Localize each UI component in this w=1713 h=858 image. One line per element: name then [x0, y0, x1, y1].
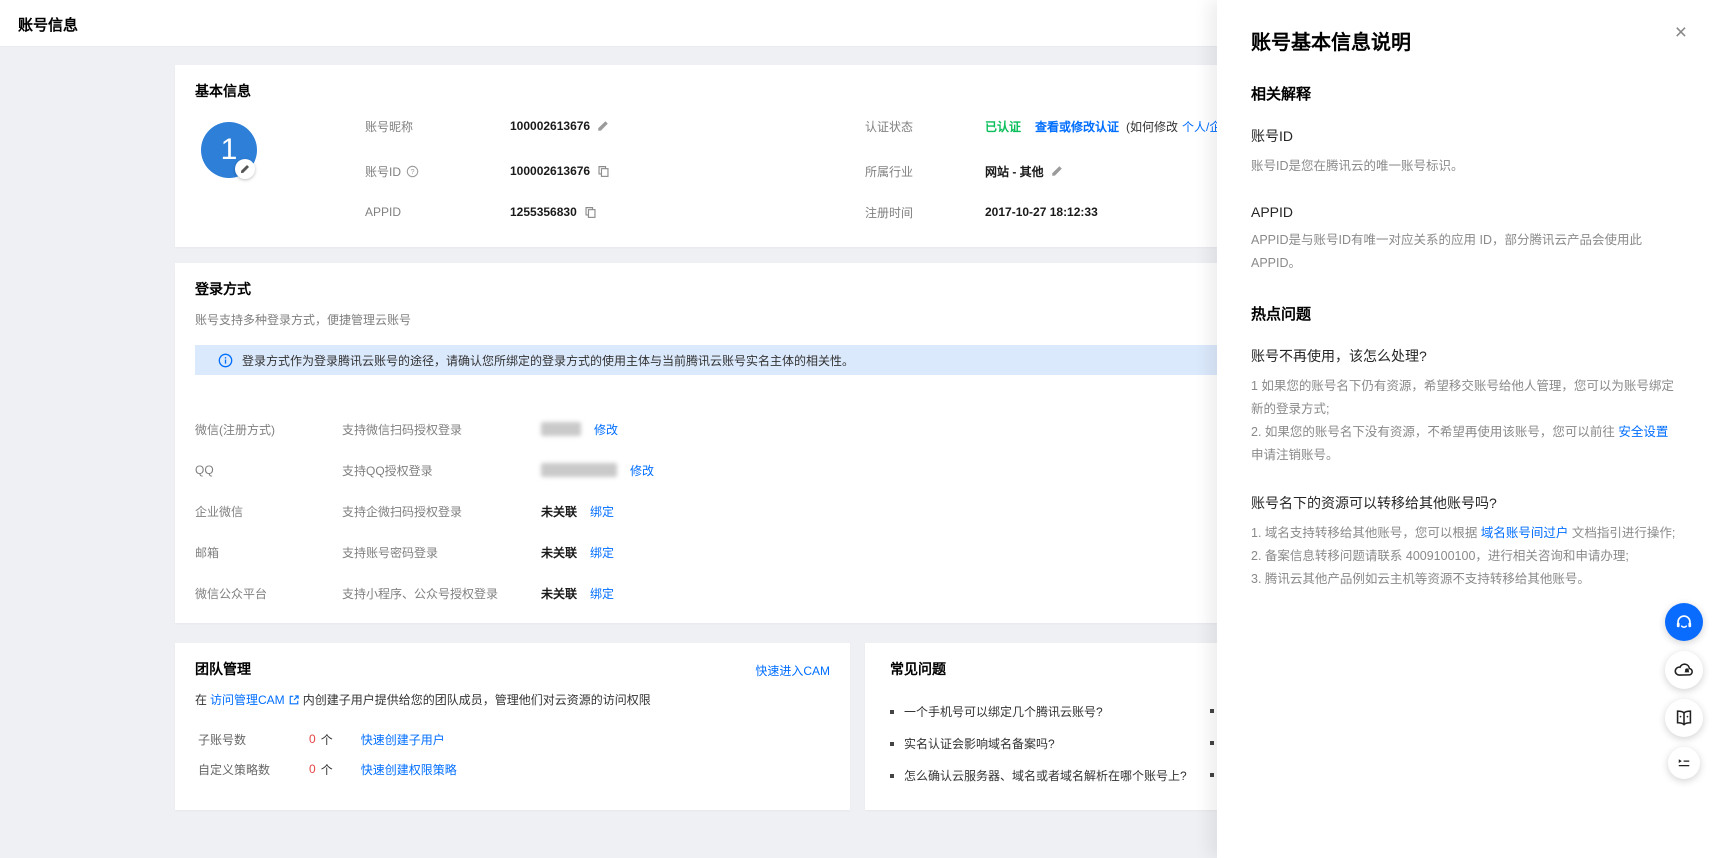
- bullet-icon: [890, 774, 894, 778]
- view-modify-auth-link[interactable]: 查看或修改认证: [1035, 118, 1119, 135]
- documentation-button[interactable]: [1665, 699, 1703, 737]
- login-methods-title: 登录方式: [195, 279, 251, 299]
- floating-toolbar: [1665, 603, 1703, 779]
- modify-wechat-link[interactable]: 修改: [594, 421, 618, 438]
- bullet-icon: [1210, 741, 1214, 745]
- customer-service-button[interactable]: [1665, 603, 1703, 641]
- explain-appid-sub: APPID: [1251, 204, 1677, 220]
- hot-q2-sub: 账号名下的资源可以转移给其他账号吗?: [1251, 493, 1677, 513]
- help-icon[interactable]: ?: [406, 165, 419, 178]
- headset-icon: [1673, 611, 1695, 633]
- hot-q2-l3: 3. 腾讯云其他产品例如云主机等资源不支持转移给其他账号。: [1251, 568, 1677, 591]
- section-explain-heading: 相关解释: [1251, 83, 1677, 104]
- faq-item[interactable]: 实名认证会影响域名备案吗?: [890, 735, 1055, 752]
- industry-value: 网站 - 其他: [985, 163, 1044, 180]
- auth-extra-text: (如何修改: [1126, 118, 1178, 135]
- modify-qq-link[interactable]: 修改: [630, 462, 654, 479]
- open-book-icon: [1673, 707, 1695, 729]
- status-unlinked: 未关联: [541, 544, 577, 561]
- custom-policy-row: 自定义策略数 0 个 快速创建权限策略: [198, 761, 457, 777]
- industry-label: 所属行业: [865, 162, 913, 180]
- edit-industry-icon[interactable]: [1051, 165, 1063, 177]
- cloud-bell-icon: [1673, 659, 1695, 681]
- hot-q2-l2: 2. 备案信息转移问题请联系 4009100100，进行相关咨询和申请办理;: [1251, 545, 1677, 568]
- notification-cloud-button[interactable]: [1665, 651, 1703, 689]
- create-sub-user-link[interactable]: 快速创建子用户: [361, 731, 445, 748]
- appid-label: APPID: [365, 203, 401, 221]
- nickname-value: 100002613676: [510, 119, 590, 133]
- nickname-label: 账号昵称: [365, 117, 413, 135]
- auth-extra-link[interactable]: 个人/企: [1182, 118, 1221, 135]
- basic-info-title: 基本信息: [195, 81, 251, 101]
- masked-value: [541, 463, 617, 477]
- regtime-value: 2017-10-27 18:12:33: [985, 205, 1098, 219]
- copy-appid-icon[interactable]: [584, 206, 597, 219]
- appid-value: 1255356830: [510, 205, 577, 219]
- create-policy-link[interactable]: 快速创建权限策略: [361, 761, 457, 778]
- bullet-icon: [1210, 709, 1214, 713]
- team-desc-prefix: 在: [195, 691, 207, 708]
- faq-item[interactable]: 怎么确认云服务器、域名或者域名解析在哪个账号上?: [890, 767, 1187, 784]
- page-title: 账号信息: [18, 14, 78, 35]
- team-management-card: 团队管理 快速进入CAM 在 访问管理CAM 内创建子用户提供给您的团队成员，管…: [175, 643, 850, 810]
- bind-email-link[interactable]: 绑定: [590, 544, 614, 561]
- team-title: 团队管理: [195, 659, 251, 679]
- hot-q1-p2-pre: 2. 如果您的账号名下没有资源，不希望再使用该账号，您可以前往: [1251, 425, 1618, 439]
- help-panel: × 账号基本信息说明 相关解释 账号ID 账号ID是您在腾讯云的唯一账号标识。 …: [1217, 0, 1713, 858]
- hot-q1-p1: 1 如果您的账号名下仍有资源，希望移交账号给他人管理，您可以为账号绑定新的登录方…: [1251, 375, 1677, 421]
- section-hot-heading: 热点问题: [1251, 303, 1677, 324]
- custom-policy-count: 0: [309, 762, 316, 776]
- edit-pencil-icon: [240, 164, 250, 174]
- svg-text:?: ?: [410, 166, 414, 175]
- auth-status-label: 认证状态: [865, 117, 913, 135]
- cam-link[interactable]: 访问管理CAM: [210, 691, 285, 708]
- bullet-icon: [890, 710, 894, 714]
- login-methods-subtitle: 账号支持多种登录方式，便捷管理云账号: [195, 311, 411, 328]
- faq-item[interactable]: 一个手机号可以绑定几个腾讯云账号?: [890, 703, 1103, 720]
- help-panel-title: 账号基本信息说明: [1251, 26, 1677, 55]
- info-icon: [218, 353, 233, 368]
- explain-account-id-sub: 账号ID: [1251, 126, 1677, 146]
- enter-cam-link[interactable]: 快速进入CAM: [755, 662, 830, 679]
- explain-account-id-body: 账号ID是您在腾讯云的唯一账号标识。: [1251, 155, 1677, 178]
- masked-value: [541, 422, 581, 436]
- security-settings-link[interactable]: 安全设置: [1618, 425, 1668, 439]
- hot-q2-l1-post: 文档指引进行操作;: [1568, 526, 1675, 540]
- login-banner-text: 登录方式作为登录腾讯云账号的途径，请确认您所绑定的登录方式的使用主体与当前腾讯云…: [242, 352, 854, 369]
- avatar-edit-button[interactable]: [235, 159, 255, 179]
- hot-q1-sub: 账号不再使用，该怎么处理?: [1251, 346, 1677, 366]
- auth-status-badge: 已认证: [985, 118, 1021, 135]
- bullet-icon: [1210, 773, 1214, 777]
- regtime-label: 注册时间: [865, 203, 913, 221]
- external-link-icon[interactable]: [288, 694, 300, 706]
- close-icon[interactable]: ×: [1675, 22, 1687, 43]
- explain-appid-body: APPID是与账号ID有唯一对应关系的应用 ID，部分腾讯云产品会使用此 APP…: [1251, 229, 1677, 275]
- account-id-label: 账号ID: [365, 163, 401, 180]
- copy-account-id-icon[interactable]: [597, 165, 610, 178]
- avatar-text: 1: [221, 133, 238, 167]
- team-desc-suffix: 内创建子用户提供给您的团队成员，管理他们对云资源的访问权限: [303, 691, 651, 708]
- bind-wechat-mp-link[interactable]: 绑定: [590, 585, 614, 602]
- bind-wecom-link[interactable]: 绑定: [590, 503, 614, 520]
- edit-nickname-icon[interactable]: [597, 120, 609, 132]
- sub-account-row: 子账号数 0 个 快速创建子用户: [198, 731, 445, 747]
- domain-transfer-link[interactable]: 域名账号间过户: [1481, 526, 1569, 540]
- sub-account-count: 0: [309, 732, 316, 746]
- bullet-icon: [890, 742, 894, 746]
- hot-q1-p2-post: 申请注销账号。: [1251, 448, 1339, 462]
- status-unlinked: 未关联: [541, 585, 577, 602]
- account-id-value: 100002613676: [510, 164, 590, 178]
- feedback-survey-button[interactable]: [1668, 747, 1700, 779]
- status-unlinked: 未关联: [541, 503, 577, 520]
- survey-list-icon: [1675, 754, 1693, 772]
- hot-q2-l1-pre: 1. 域名支持转移给其他账号，您可以根据: [1251, 526, 1481, 540]
- faq-title: 常见问题: [890, 659, 946, 679]
